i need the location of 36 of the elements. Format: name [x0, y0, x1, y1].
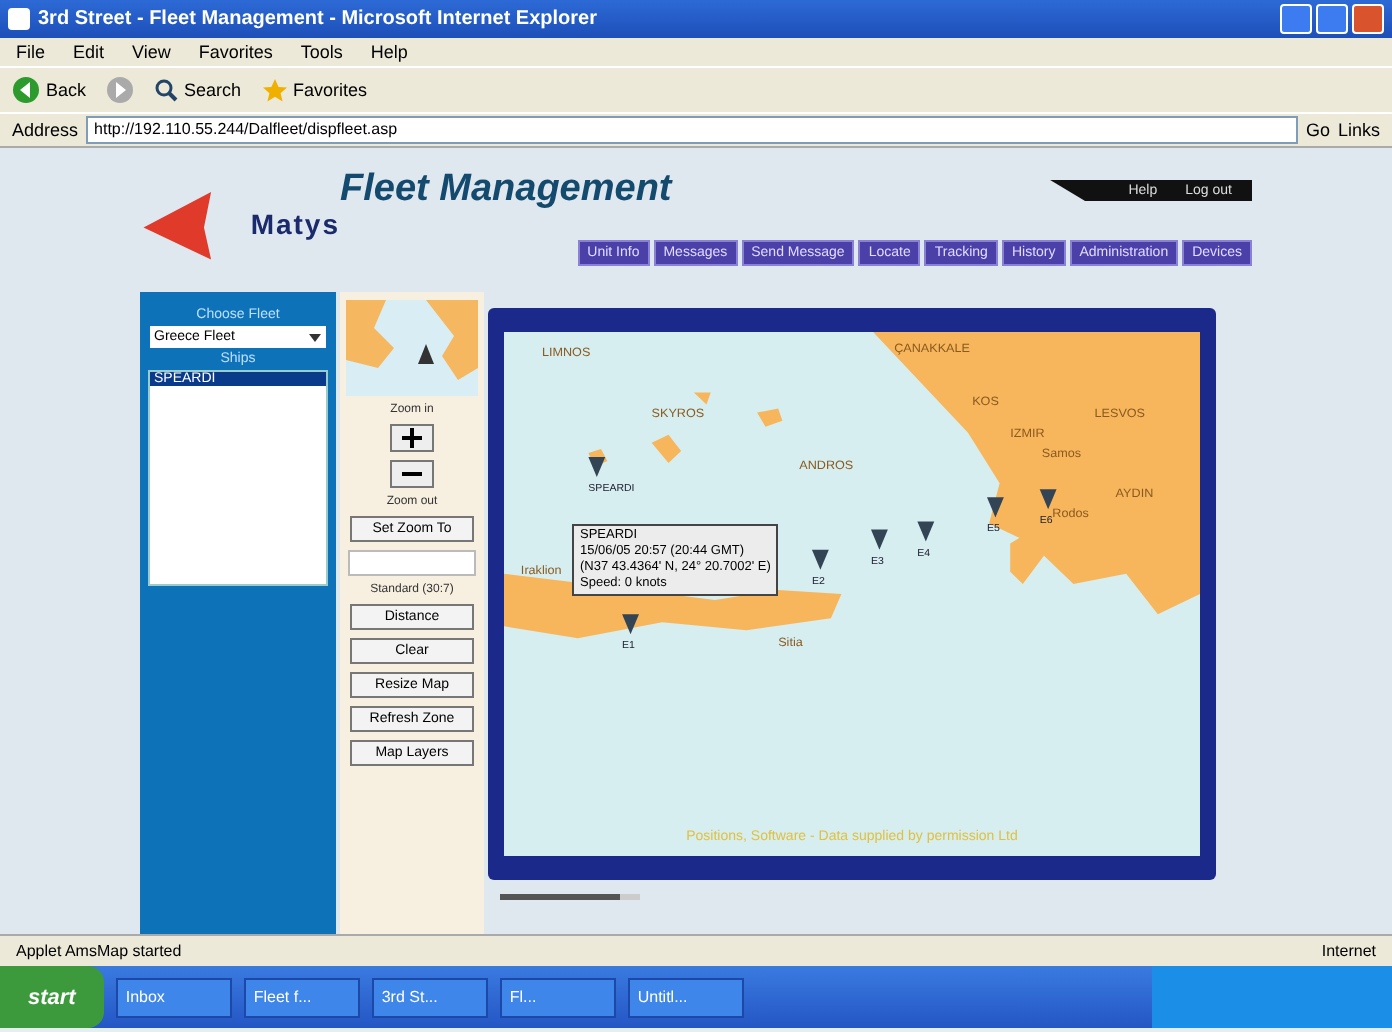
status-text: Applet AmsMap started	[16, 942, 182, 960]
logo-text: Matys	[250, 208, 340, 240]
zoom-input-field[interactable]	[348, 550, 476, 576]
menu-item[interactable]: View	[132, 42, 171, 62]
browser-icon	[8, 8, 30, 30]
maximize-button[interactable]	[1316, 4, 1348, 34]
menu-item[interactable]: Tools	[300, 42, 343, 62]
menu-item[interactable]: File	[16, 42, 46, 62]
address-label: Address	[12, 120, 79, 140]
search-icon	[154, 78, 179, 102]
minimize-button[interactable]	[1280, 4, 1312, 34]
window-title: 3rd Street - Fleet Management - Microsoft Internet Explorer	[38, 8, 597, 30]
go-button[interactable]: Go	[1305, 120, 1330, 140]
toolbar-button[interactable]: Back	[46, 80, 87, 100]
links-label[interactable]: Links	[1337, 120, 1380, 140]
toolbar-button[interactable]: Search	[184, 80, 242, 100]
security-zone: Internet	[1321, 942, 1376, 960]
zoom-out-button[interactable]	[390, 460, 434, 488]
taskbar-button[interactable]: Untitl...	[627, 977, 744, 1017]
menu-item[interactable]: Help	[370, 42, 408, 62]
menu-item[interactable]: Favorites	[198, 42, 273, 62]
plus-icon	[402, 428, 422, 448]
menu-item[interactable]: Edit	[73, 42, 105, 62]
dropdown-arrow-icon	[308, 328, 322, 346]
toolbar-button[interactable]: Favorites	[293, 80, 368, 100]
close-button[interactable]	[1352, 4, 1384, 34]
start-button[interactable]: start	[0, 966, 104, 1028]
taskbar-button[interactable]: 3rd St...	[371, 977, 488, 1017]
address-field[interactable]: http://192.110.55.244/Dalfleet/dispfleet.asp	[86, 116, 1298, 144]
minus-icon	[402, 470, 422, 478]
taskbar-button[interactable]: Fleet f...	[243, 977, 360, 1017]
zoom-in-button[interactable]	[390, 424, 434, 452]
page-title: Fleet Management	[340, 168, 672, 212]
taskbar-button[interactable]: Fl...	[499, 977, 616, 1017]
taskbar-button[interactable]: Inbox	[115, 977, 232, 1017]
star-icon	[261, 77, 288, 103]
